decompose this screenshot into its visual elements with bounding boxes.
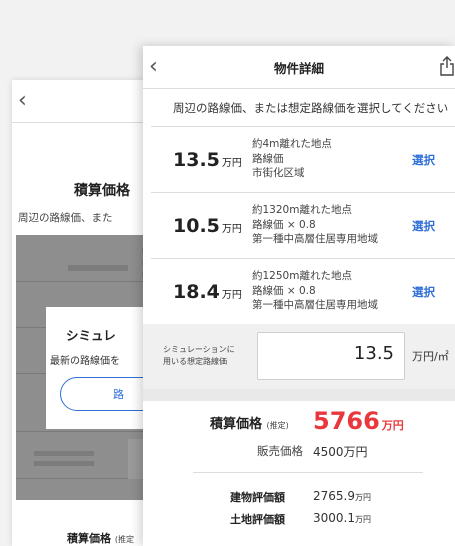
option-description: 約4m離れた地点 路線価 市街化区域: [252, 137, 332, 181]
back-subtitle: 周辺の路線価、また: [18, 212, 113, 224]
sale-price-label: 販売価格: [257, 444, 303, 458]
option-price-value: 18.4: [173, 281, 220, 303]
option-basis: 路線価: [252, 152, 284, 165]
building-value-number: 2765.9: [313, 489, 355, 503]
simulation-row: シミュレーションに 用いる想定路線価 13.5 万円/㎡: [143, 324, 455, 389]
option-basis: 路線価 × 0.8: [252, 218, 316, 231]
detail-nav-bar: ‹ 物件詳細: [143, 46, 455, 89]
assumed-route-price-value: 13.5: [353, 343, 394, 364]
modal-action-label: 路: [113, 388, 124, 401]
option-zone: 第一種中高層住居専用地域: [252, 233, 378, 245]
simulation-label-line1: シミュレーションに: [163, 345, 235, 354]
select-button[interactable]: 選択: [412, 152, 435, 168]
route-price-option[interactable]: 18.4 万円 約1250m離れた地点 路線価 × 0.8 第一種中高層住居専用地…: [151, 259, 455, 325]
option-price: 10.5 万円: [173, 215, 242, 237]
estimated-price-value: 5766 万円: [313, 407, 404, 435]
simulation-label: シミュレーションに 用いる想定路線価: [163, 344, 235, 368]
option-description: 約1250m離れた地点 路線価 × 0.8 第一種中高層住居専用地域: [252, 269, 378, 313]
route-price-list: 13.5 万円 約4m離れた地点 路線価 市街化区域 選択 10.5 万円 約132…: [151, 126, 455, 325]
building-value-label: 建物評価額: [230, 491, 285, 504]
back-bottom-label: 積算価格 (推定: [67, 530, 134, 546]
option-price-unit: 万円: [221, 224, 242, 235]
estimated-price-label: 積算価格 (推定): [210, 413, 289, 432]
route-price-option[interactable]: 10.5 万円 約1320m離れた地点 路線価 × 0.8 第一種中高層住居専用地…: [151, 193, 455, 259]
option-distance: 約1320m離れた地点: [252, 204, 352, 216]
estimated-price-unit: 万円: [381, 419, 404, 432]
option-basis: 路線価 × 0.8: [252, 284, 316, 297]
blurred-text: [34, 451, 94, 456]
building-value: 2765.9万円: [313, 489, 371, 503]
estimate-result: 積算価格 (推定) 5766 万円 販売価格 4500万円 建物評価額 2765.…: [143, 401, 455, 546]
select-button[interactable]: 選択: [412, 218, 435, 234]
sale-price-value: 4500万円: [313, 445, 368, 459]
back-bottom-title: 積算価格: [67, 532, 111, 545]
modal-title: シミュレ: [66, 328, 116, 343]
option-price-unit: 万円: [221, 290, 242, 301]
back-bottom-note: (推定: [114, 535, 134, 544]
route-price-option[interactable]: 13.5 万円 約4m離れた地点 路線価 市街化区域 選択: [151, 127, 455, 193]
back-chevron-icon[interactable]: ‹: [18, 88, 27, 113]
estimated-price-number: 5766: [313, 407, 380, 435]
option-price-value: 10.5: [173, 215, 220, 237]
blurred-text: [34, 461, 94, 466]
result-divider: [193, 472, 423, 473]
land-value-label: 土地評価額: [230, 513, 285, 526]
simulation-label-line2: 用いる想定路線価: [163, 357, 227, 366]
land-value: 3000.1万円: [313, 511, 371, 525]
select-button[interactable]: 選択: [412, 284, 435, 300]
estimated-price-note: (推定): [266, 421, 289, 430]
building-value-unit: 万円: [355, 493, 371, 502]
section-divider: [143, 389, 455, 401]
option-price-value: 13.5: [173, 149, 220, 171]
option-price: 13.5 万円: [173, 149, 242, 171]
instruction-text: 周辺の路線価、または想定路線価を選択してください: [173, 101, 449, 115]
share-icon[interactable]: [439, 56, 455, 76]
assumed-route-price-input[interactable]: 13.5: [257, 332, 405, 380]
option-description: 約1320m離れた地点 路線価 × 0.8 第一種中高層住居専用地域: [252, 203, 378, 247]
option-distance: 約1250m離れた地点: [252, 270, 352, 282]
land-value-number: 3000.1: [313, 511, 355, 525]
estimated-price-title: 積算価格: [210, 417, 263, 432]
option-price: 18.4 万円: [173, 281, 242, 303]
property-detail-screen: ‹ 物件詳細 周辺の路線価、または想定路線価を選択してください 13.5 万円 約…: [143, 46, 455, 546]
blurred-text: [68, 265, 128, 271]
detail-page-title: 物件詳細: [273, 61, 324, 76]
land-value-unit: 万円: [355, 515, 371, 524]
modal-description: 最新の路線価を: [50, 356, 120, 367]
option-zone: 第一種中高層住居専用地域: [252, 299, 378, 311]
option-distance: 約4m離れた地点: [252, 138, 332, 150]
option-price-unit: 万円: [221, 158, 242, 169]
option-zone: 市街化区域: [252, 167, 305, 179]
assumed-route-price-unit: 万円/㎡: [412, 350, 449, 363]
